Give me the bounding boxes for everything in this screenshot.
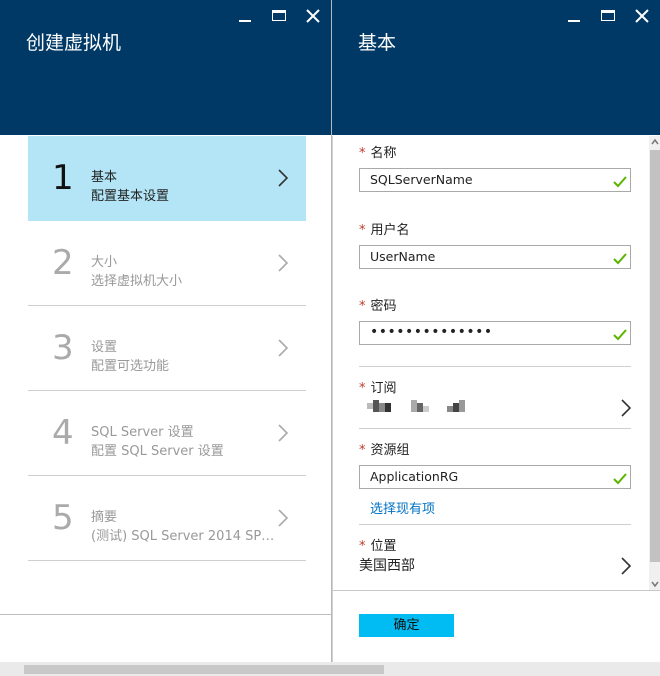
subscription-value-redacted [367, 400, 477, 414]
username-value: UserName [370, 249, 436, 264]
footer-divider [0, 614, 331, 615]
required-mark: * [359, 443, 366, 458]
step-list: 1 基本 配置基本设置 2 大小 选择虚拟机大小 3 设置 配置可选功能 4 S… [28, 136, 306, 561]
location-picker[interactable]: * 位置 美国西部 [359, 535, 632, 579]
maximize-icon[interactable] [269, 7, 289, 25]
password-label: 密码 [370, 299, 397, 314]
resource-group-value: ApplicationRG [370, 469, 459, 484]
section-divider [359, 366, 631, 367]
horizontal-scrollbar-thumb[interactable] [24, 665, 384, 674]
resource-group-input[interactable]: ApplicationRG [359, 465, 631, 489]
window-controls [564, 7, 652, 25]
chevron-right-icon [278, 169, 289, 191]
required-mark: * [359, 299, 366, 314]
steps-panel: 1 基本 配置基本设置 2 大小 选择虚拟机大小 3 设置 配置可选功能 4 S… [0, 136, 331, 662]
name-label: 名称 [370, 146, 397, 161]
close-icon[interactable] [632, 7, 652, 25]
basics-form: * 名称 SQLServerName * 用户名 UserName * 密码 ••• [332, 136, 660, 662]
required-mark: * [359, 146, 366, 161]
step-title: 设置 [91, 340, 118, 355]
minimize-icon[interactable] [564, 7, 584, 25]
required-mark: * [359, 381, 366, 396]
scroll-up-icon[interactable] [649, 136, 660, 148]
step-title: 基本 [91, 170, 118, 185]
step-number: 4 [52, 413, 74, 453]
name-value: SQLServerName [370, 172, 473, 187]
window-controls [235, 7, 323, 25]
required-mark: * [359, 223, 366, 238]
username-field: * 用户名 UserName [359, 219, 631, 269]
chevron-right-icon [278, 339, 289, 361]
select-existing-link[interactable]: 选择现有项 [370, 498, 435, 517]
password-field: * 密码 •••••••••••••• [359, 295, 631, 345]
step-settings[interactable]: 3 设置 配置可选功能 [28, 306, 306, 391]
step-size[interactable]: 2 大小 选择虚拟机大小 [28, 221, 306, 306]
chevron-right-icon [278, 509, 289, 531]
checkmark-icon [613, 250, 627, 269]
scroll-down-icon[interactable] [649, 578, 660, 590]
username-label: 用户名 [370, 223, 410, 238]
step-sql-settings[interactable]: 4 SQL Server 设置 配置 SQL Server 设置 [28, 391, 306, 476]
chevron-right-icon [621, 399, 632, 421]
subscription-picker[interactable]: * 订阅 [359, 377, 632, 421]
vertical-scrollbar[interactable] [649, 136, 660, 590]
step-subtitle: 选择虚拟机大小 [91, 274, 183, 289]
chevron-right-icon [278, 254, 289, 276]
checkmark-icon [613, 470, 627, 489]
location-value: 美国西部 [359, 558, 415, 574]
step-number: 1 [52, 158, 74, 198]
subscription-label: 订阅 [370, 381, 397, 396]
minimize-icon[interactable] [235, 7, 255, 25]
location-label: 位置 [370, 539, 397, 554]
name-input[interactable]: SQLServerName [359, 168, 631, 192]
maximize-icon[interactable] [598, 7, 618, 25]
create-vm-title: 创建虚拟机 [26, 32, 122, 54]
checkmark-icon [613, 326, 627, 345]
step-number: 5 [52, 498, 74, 538]
step-title: SQL Server 设置 [91, 425, 194, 440]
horizontal-scrollbar[interactable] [0, 662, 660, 676]
required-mark: * [359, 539, 366, 554]
chevron-right-icon [621, 557, 632, 579]
step-number: 3 [52, 328, 74, 368]
basics-title: 基本 [358, 32, 397, 54]
section-divider [359, 428, 631, 429]
basics-header: 基本 [332, 0, 660, 135]
step-number: 2 [52, 243, 74, 283]
basics-blade: 基本 * 名称 SQLServerName * 用户名 UserName * 密… [332, 0, 660, 662]
username-input[interactable]: UserName [359, 245, 631, 269]
step-summary[interactable]: 5 摘要 (测试) SQL Server 2014 SP1 Ent... [28, 476, 306, 561]
resource-group-field: * 资源组 ApplicationRG [359, 439, 631, 489]
create-vm-header: 创建虚拟机 [0, 0, 331, 135]
footer-divider [333, 590, 660, 591]
name-field: * 名称 SQLServerName [359, 142, 631, 192]
step-subtitle: 配置可选功能 [91, 359, 170, 374]
close-icon[interactable] [303, 7, 323, 25]
checkmark-icon [613, 173, 627, 192]
step-basics[interactable]: 1 基本 配置基本设置 [28, 136, 306, 221]
section-divider [359, 524, 631, 525]
resource-group-label: 资源组 [370, 443, 410, 458]
step-title: 大小 [91, 255, 118, 270]
create-vm-blade: 创建虚拟机 1 基本 配置基本设置 2 大小 选择虚拟机大小 3 设置 配置可选… [0, 0, 332, 662]
step-subtitle: 配置 SQL Server 设置 [91, 444, 224, 459]
step-subtitle: 配置基本设置 [91, 189, 170, 204]
step-subtitle: (测试) SQL Server 2014 SP1 Ent... [91, 529, 281, 544]
ok-button[interactable]: 确定 [359, 614, 454, 637]
password-value: •••••••••••••• [370, 324, 493, 340]
chevron-right-icon [278, 424, 289, 446]
password-input[interactable]: •••••••••••••• [359, 321, 631, 345]
scrollbar-thumb[interactable] [650, 150, 660, 562]
step-title: 摘要 [91, 510, 118, 525]
